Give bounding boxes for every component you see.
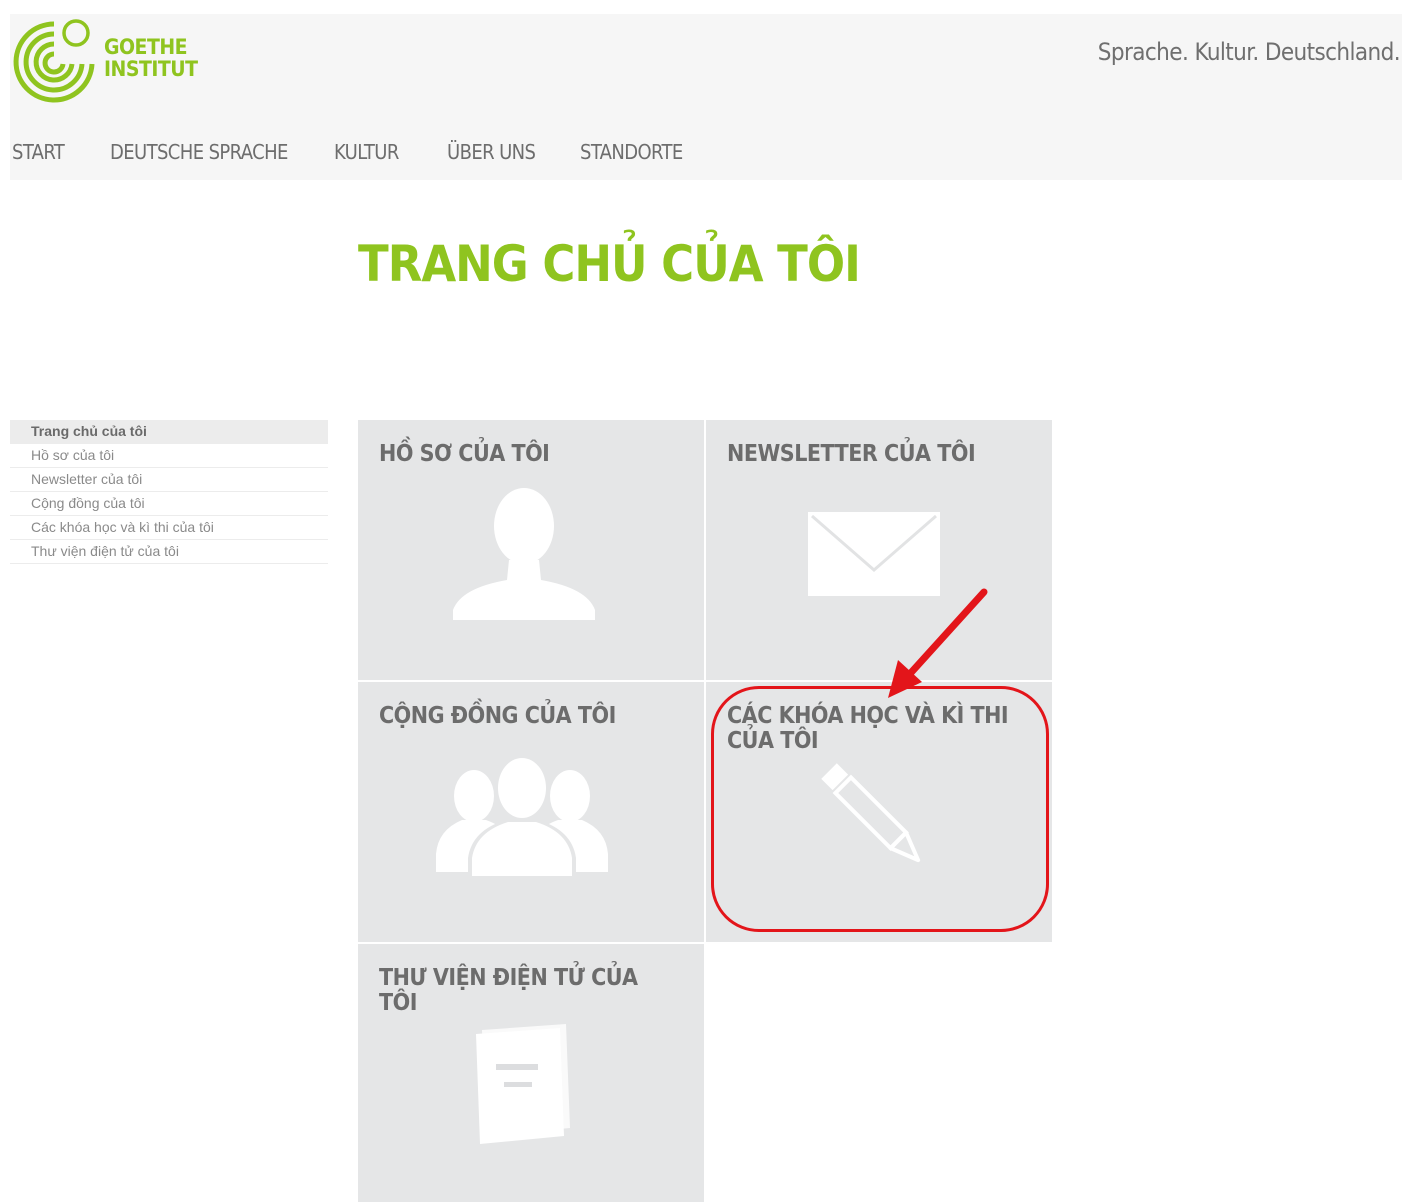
- tile-e-library[interactable]: THƯ VIỆN ĐIỆN TỬ CỦA TÔI: [358, 944, 704, 1202]
- book-icon: [476, 1024, 570, 1144]
- nav-start[interactable]: START: [12, 140, 65, 164]
- logo-text: GOETHE INSTITUT: [104, 35, 198, 81]
- sidebar-item-e-library[interactable]: Thư viện điện tử của tôi: [10, 540, 328, 564]
- sidebar-item-profile[interactable]: Hồ sơ của tôi: [10, 444, 328, 468]
- tile-label: CỘNG ĐỒNG CỦA TÔI: [379, 703, 616, 729]
- sidebar-menu: Trang chủ của tôi Hồ sơ của tôi Newslett…: [10, 420, 328, 564]
- goethe-logo-icon: [13, 19, 95, 103]
- tagline: Sprache. Kultur. Deutschland.: [1097, 38, 1401, 66]
- logo-line-2: INSTITUT: [104, 57, 198, 81]
- nav-deutsche-sprache[interactable]: DEUTSCHE SPRACHE: [110, 140, 288, 164]
- tile-community[interactable]: CỘNG ĐỒNG CỦA TÔI: [358, 682, 704, 942]
- sidebar-item-community[interactable]: Cộng đồng của tôi: [10, 492, 328, 516]
- sidebar-item-home[interactable]: Trang chủ của tôi: [10, 420, 328, 444]
- sidebar-item-newsletter[interactable]: Newsletter của tôi: [10, 468, 328, 492]
- nav-uber-uns[interactable]: ÜBER UNS: [447, 140, 536, 164]
- person-icon: [453, 488, 595, 620]
- page-title: TRANG CHỦ CỦA TÔI: [358, 235, 861, 293]
- nav-kultur[interactable]: KULTUR: [334, 140, 399, 164]
- annotation-highlight-circle: [711, 686, 1049, 932]
- site-header: GOETHE INSTITUT Sprache. Kultur. Deutsch…: [10, 14, 1402, 180]
- logo-line-1: GOETHE: [104, 35, 188, 59]
- annotation-arrow-icon: [888, 588, 988, 698]
- tile-label: THƯ VIỆN ĐIỆN TỬ CỦA TÔI: [379, 965, 638, 1016]
- tile-label: NEWSLETTER CỦA TÔI: [727, 441, 976, 467]
- tile-profile[interactable]: HỒ SƠ CỦA TÔI: [358, 420, 704, 680]
- nav-standorte[interactable]: STANDORTE: [580, 140, 683, 164]
- tile-label: HỒ SƠ CỦA TÔI: [379, 441, 550, 467]
- sidebar-item-courses-exams[interactable]: Các khóa học và kì thi của tôi: [10, 516, 328, 540]
- community-icon: [436, 758, 608, 878]
- goethe-logo[interactable]: GOETHE INSTITUT: [10, 16, 200, 106]
